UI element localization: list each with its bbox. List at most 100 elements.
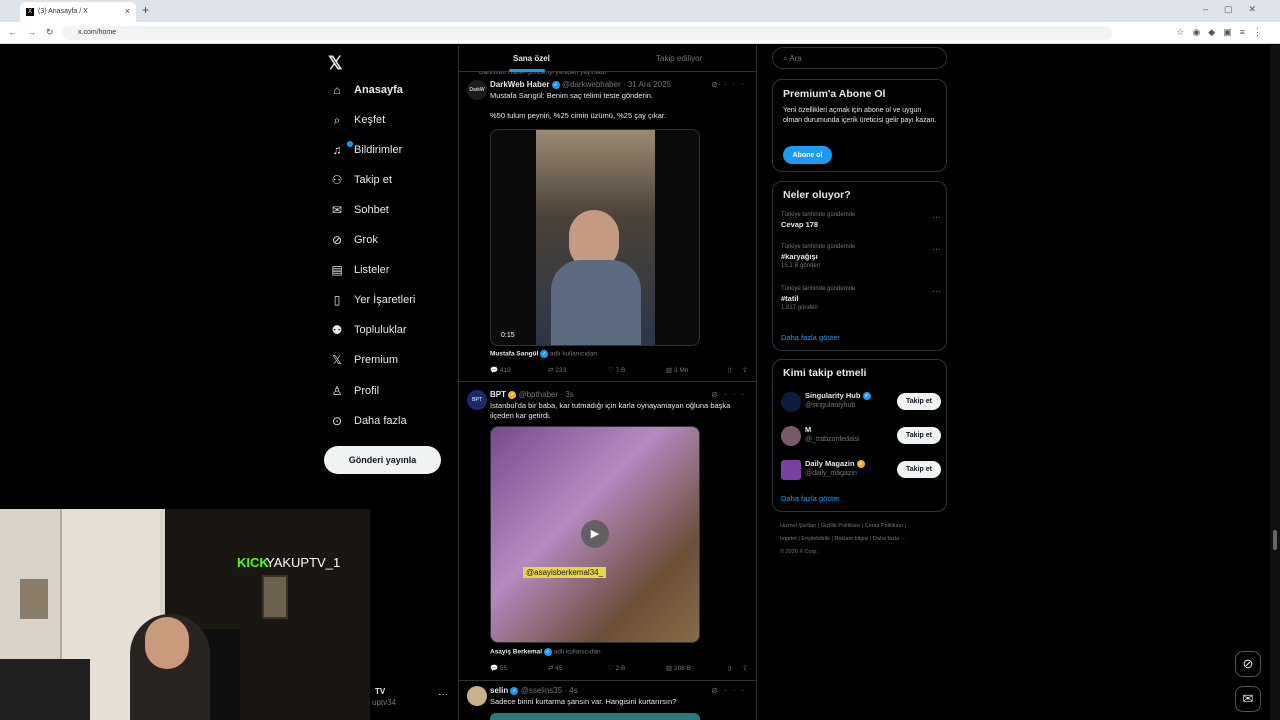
grok-fab-icon[interactable]: ⊘	[1235, 651, 1261, 677]
follow-suggestion[interactable]: M @_trabzonfedaisi Takip et	[781, 424, 941, 448]
nav-home[interactable]: ⌂ Anasayfa	[330, 80, 403, 100]
views-button[interactable]: ▥ 3 Mn	[666, 366, 728, 374]
trend-more-icon[interactable]: ···	[932, 244, 941, 254]
nav-bookmarks[interactable]: ▯ Yer İşaretleri	[330, 290, 416, 310]
video-suit	[551, 260, 641, 345]
nav-label: Anasayfa	[354, 84, 403, 96]
avatar[interactable]: BPT	[467, 390, 487, 410]
author-name[interactable]: selin	[490, 686, 508, 695]
tweet[interactable]: BPT BPT ✓ @bpthaber · 3s ⊘··· İstanbul'd…	[459, 382, 756, 681]
trend-context: Türkiye tarihinde gündemde	[781, 212, 856, 218]
reply-button[interactable]: 💬 55	[490, 664, 548, 672]
nav-label: Listeler	[354, 264, 390, 276]
nav-lists[interactable]: ▤ Listeler	[330, 260, 389, 280]
suggestion-name: Singularity Hub ✓	[805, 391, 871, 401]
follow-suggestion[interactable]: Singularity Hub ✓ @singularityhub Takip …	[781, 390, 941, 414]
timeline: Sana özel Takip ediliyor DarkWeb Haber g…	[458, 45, 757, 720]
avatar[interactable]	[781, 460, 801, 480]
trend-item[interactable]: Türkiye tarihinde gündemde #tatil 1.817 …	[781, 286, 941, 311]
webcam-poster	[20, 579, 48, 619]
nav-label: Keşfet	[354, 114, 386, 126]
share-icon[interactable]: ⇪	[742, 664, 747, 672]
author-handle[interactable]: @sselins35 · 4s	[521, 686, 578, 695]
trends-show-more[interactable]: Daha fazla göster	[781, 333, 840, 342]
trend-more-icon[interactable]: ···	[932, 286, 941, 296]
tweet-media-preview[interactable]	[490, 713, 700, 720]
tab-for-you[interactable]: Sana özel	[513, 54, 550, 63]
window-controls[interactable]: –▢✕	[1203, 4, 1272, 15]
tweet-video[interactable]: 0:15	[490, 129, 700, 346]
page-scrollbar[interactable]	[1270, 45, 1280, 720]
nav-follow[interactable]: ⚇ Takip et	[330, 170, 392, 190]
nav-communities[interactable]: ⚉ Topluluklar	[330, 320, 407, 340]
tweet[interactable]: selin ✓ @sselins35 · 4s ⊘··· Sadece biri…	[459, 681, 756, 720]
account-name[interactable]: TV	[375, 687, 385, 696]
verified-icon: ✓	[510, 686, 519, 695]
follow-show-more[interactable]: Daha fazla göster	[781, 494, 840, 503]
search-input[interactable]: ⌕ Ara	[772, 47, 947, 69]
trend-more-icon[interactable]: ···	[932, 212, 941, 222]
bookmark-icon[interactable]: ▯	[728, 664, 742, 672]
nav-grok[interactable]: ⊘ Grok	[330, 230, 378, 250]
tweet-tools[interactable]: ⊘···	[711, 686, 750, 695]
footer-line[interactable]: Imprint | Erişilebilirlik | Reklam bilgi…	[780, 533, 950, 546]
tab-following[interactable]: Takip ediliyor	[656, 54, 702, 63]
trend-item[interactable]: Türkiye tarihinde gündemde #karyağışı 15…	[781, 244, 941, 269]
share-icon[interactable]: ⇪	[742, 366, 747, 374]
post-button[interactable]: Gönderi yayınla	[324, 446, 441, 474]
tweet-header: BPT ✓ @bpthaber · 3s	[490, 390, 574, 399]
like-count: 2 B	[615, 665, 626, 672]
avatar[interactable]	[467, 686, 487, 706]
new-tab-icon[interactable]: +	[142, 3, 149, 17]
footer-line[interactable]: Hizmet Şartları | Gizlilik Politikası | …	[780, 520, 950, 533]
bookmark-icon[interactable]: ▯	[728, 366, 742, 374]
credit-name[interactable]: Mustafa Sarıgül	[490, 351, 538, 358]
nav-profile[interactable]: ♙ Profil	[330, 381, 379, 401]
extension-icons[interactable]: ☆◉◆▣≡⋮	[1176, 27, 1270, 38]
avatar[interactable]: DarkW	[467, 80, 487, 100]
active-tab-indicator	[509, 69, 545, 72]
nav-premium[interactable]: 𝕏 Premium	[330, 350, 398, 370]
tweet-video[interactable]: ▶ @asayisberkemal34_	[490, 426, 700, 643]
views-button[interactable]: ▥ 208 B	[666, 664, 728, 672]
reply-button[interactable]: 💬 419	[490, 366, 548, 374]
tweet-tools[interactable]: ⊘···	[711, 390, 750, 399]
avatar[interactable]	[781, 426, 801, 446]
follow-suggestion[interactable]: Daily Magazin ✓ @daily_magazin Takip et	[781, 458, 941, 482]
video-credit: Mustafa Sarıgül ✓ adlı kullanıcıdan	[490, 350, 597, 358]
close-tab-icon[interactable]: ×	[125, 6, 130, 16]
author-handle[interactable]: @darkwebhaber · 31 Ara 2025	[562, 80, 671, 89]
nav-notifications[interactable]: ♫ Bildirimler	[330, 140, 402, 160]
author-name[interactable]: BPT	[490, 390, 506, 399]
tweet[interactable]: DarkWeb Haber gönderiyi yeniden yayınlad…	[459, 63, 756, 382]
repost-button[interactable]: ⇄ 45	[548, 664, 608, 672]
follow-button[interactable]: Takip et	[897, 427, 941, 444]
trend-item[interactable]: Türkiye tarihinde gündemde Cevap 178 ···	[781, 212, 941, 229]
x-logo-icon[interactable]: 𝕏	[328, 53, 343, 74]
account-more-icon[interactable]: ···	[438, 689, 448, 700]
play-icon[interactable]: ▶	[581, 520, 609, 548]
navigation-buttons[interactable]: ←→↻	[8, 27, 64, 38]
tweet-text: Sadece birini kurtarma şansın var. Hangi…	[490, 697, 677, 706]
tweet-tools[interactable]: ⊘···	[711, 80, 750, 89]
follow-button[interactable]: Takip et	[897, 461, 941, 478]
browser-tab[interactable]: X (3) Anasayfa / X ×	[20, 2, 136, 22]
account-handle[interactable]: uptv34	[372, 698, 396, 707]
subscribe-button[interactable]: Abone ol	[783, 146, 832, 164]
nav-more[interactable]: ⊙ Daha fazla	[330, 411, 407, 431]
scrollbar-thumb[interactable]	[1273, 530, 1277, 550]
messages-fab-icon[interactable]: ✉	[1235, 686, 1261, 712]
repost-button[interactable]: ⇄ 233	[548, 366, 608, 374]
nav-chat[interactable]: ✉ Sohbet	[330, 200, 389, 220]
follow-button[interactable]: Takip et	[897, 393, 941, 410]
author-handle[interactable]: @bpthaber · 3s	[518, 390, 573, 399]
avatar[interactable]	[781, 392, 801, 412]
like-button[interactable]: ♡ 7 B	[608, 366, 666, 374]
author-name[interactable]: DarkWeb Haber	[490, 80, 549, 89]
trends-card: Neler oluyor? Türkiye tarihinde gündemde…	[772, 181, 947, 351]
nav-explore[interactable]: ⌕ Keşfet	[330, 110, 386, 130]
tweet-actions: 💬 419 ⇄ 233 ♡ 7 B ▥ 3 Mn ▯ ⇪	[490, 366, 750, 374]
url-field[interactable]: x.com/home	[62, 26, 1112, 40]
like-button[interactable]: ♡ 2 B	[608, 664, 666, 672]
credit-name[interactable]: Asayiş Berkemal	[490, 649, 542, 656]
